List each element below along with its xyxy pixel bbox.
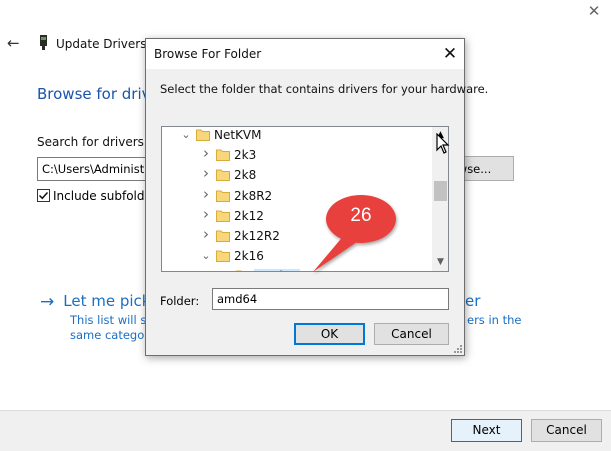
dialog-instruction: Select the folder that contains drivers … bbox=[160, 82, 489, 96]
chevron-right-icon[interactable]: › bbox=[200, 146, 212, 161]
folder-input[interactable]: amd64 bbox=[212, 288, 449, 310]
folder-icon bbox=[196, 129, 210, 141]
mouse-cursor-icon bbox=[436, 133, 450, 154]
folder-icon bbox=[236, 270, 242, 271]
window-title: Update Drivers - bbox=[56, 37, 155, 51]
chevron-right-icon[interactable]: › bbox=[200, 206, 212, 221]
desc-line1-end: ers in the bbox=[467, 313, 522, 327]
chevron-right-icon[interactable] bbox=[220, 267, 232, 271]
page-heading: Browse for drive bbox=[37, 85, 160, 103]
folder-icon bbox=[216, 210, 230, 222]
let-me-pick-title-tail[interactable]: er bbox=[465, 292, 480, 310]
dialog-titlebar[interactable]: Browse For Folder ✕ bbox=[146, 39, 464, 69]
ok-button[interactable]: OK bbox=[294, 323, 365, 345]
resize-grip-icon[interactable] bbox=[453, 344, 463, 354]
back-arrow-icon[interactable]: ← bbox=[7, 35, 21, 51]
tree-item-label: 2k12R2 bbox=[234, 229, 280, 243]
folder-label: Folder: bbox=[160, 294, 200, 308]
chevron-down-icon[interactable]: ⌄ bbox=[200, 249, 212, 263]
dialog-title: Browse For Folder bbox=[154, 47, 262, 61]
checkbox-checked-icon[interactable] bbox=[37, 189, 50, 202]
tree-item-label: 2k8R2 bbox=[234, 188, 273, 203]
tree-item[interactable]: › 2k3 bbox=[162, 146, 430, 166]
desc-line1-start: This list will sh bbox=[70, 313, 154, 327]
wizard-cancel-button[interactable]: Cancel bbox=[531, 419, 602, 442]
scroll-down-icon[interactable]: ▼ bbox=[432, 254, 448, 271]
tree-item[interactable]: ⌄ NetKVM bbox=[162, 127, 430, 146]
dialog-cancel-button[interactable]: Cancel bbox=[374, 323, 449, 345]
tree-item-label: 2k8 bbox=[234, 168, 257, 183]
tree-item-label: NetKVM bbox=[214, 128, 262, 142]
let-me-pick-link[interactable]: → Let me pick bbox=[40, 292, 150, 312]
desc-line2: same category bbox=[70, 328, 156, 342]
include-subfolders-checkbox[interactable]: Include subfolder bbox=[37, 189, 157, 205]
next-button[interactable]: Next bbox=[451, 419, 522, 442]
chevron-right-icon[interactable]: › bbox=[200, 166, 212, 181]
folder-icon bbox=[216, 149, 230, 162]
tree-item[interactable]: › 2k8 bbox=[162, 166, 430, 186]
dialog-close-icon[interactable]: ✕ bbox=[439, 43, 461, 65]
chevron-right-icon[interactable]: › bbox=[200, 227, 212, 242]
chevron-right-icon[interactable]: › bbox=[200, 186, 212, 201]
close-icon[interactable]: ✕ bbox=[586, 3, 602, 19]
tree-item-label: amd64 bbox=[254, 269, 300, 271]
arrow-right-icon: → bbox=[40, 292, 55, 312]
folder-icon bbox=[216, 190, 230, 202]
folder-icon bbox=[216, 230, 230, 242]
chevron-down-icon[interactable]: ⌄ bbox=[180, 128, 192, 142]
tree-item-label: 2k12 bbox=[234, 208, 264, 223]
tree-item-label: 2k16 bbox=[234, 249, 264, 264]
let-me-pick-title[interactable]: Let me pick bbox=[63, 292, 150, 310]
include-subfolders-label: Include subfolder bbox=[53, 189, 157, 203]
folder-icon bbox=[216, 250, 230, 263]
folder-icon bbox=[216, 169, 230, 182]
scroll-thumb[interactable] bbox=[434, 181, 447, 201]
step-number: 26 bbox=[350, 205, 372, 226]
usb-device-icon bbox=[40, 35, 47, 50]
tree-item-label: 2k3 bbox=[234, 148, 257, 163]
